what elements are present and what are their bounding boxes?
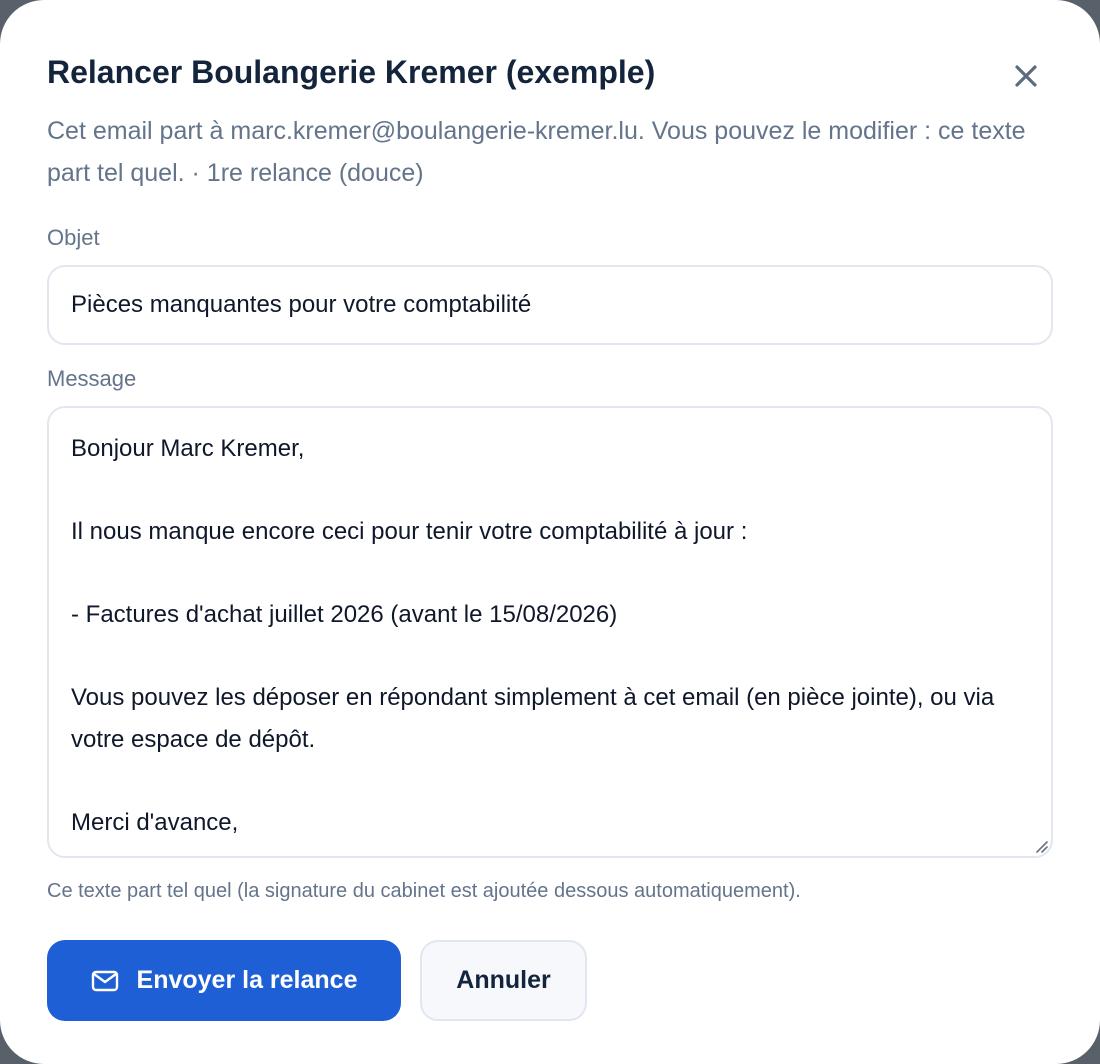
textarea-resize-handle[interactable] (1032, 837, 1048, 853)
send-reminder-button[interactable]: Envoyer la relance (47, 940, 401, 1021)
cancel-button[interactable]: Annuler (420, 940, 587, 1021)
subject-input[interactable] (47, 265, 1053, 345)
relance-dialog: Relancer Boulangerie Kremer (exemple) Ce… (0, 0, 1100, 1064)
message-textarea[interactable]: Bonjour Marc Kremer, Il nous manque enco… (47, 406, 1053, 858)
send-button-label: Envoyer la relance (136, 966, 358, 994)
mail-icon (91, 970, 119, 992)
dialog-title: Relancer Boulangerie Kremer (exemple) (47, 54, 656, 90)
subject-label: Objet (47, 225, 100, 250)
close-icon (1014, 64, 1038, 88)
message-label: Message (47, 366, 137, 391)
dialog-subtitle: Cet email part à marc.kremer@boulangerie… (47, 117, 1026, 187)
helper-text: Ce texte part tel quel (la signature du … (47, 880, 801, 902)
close-button[interactable] (1006, 56, 1046, 96)
